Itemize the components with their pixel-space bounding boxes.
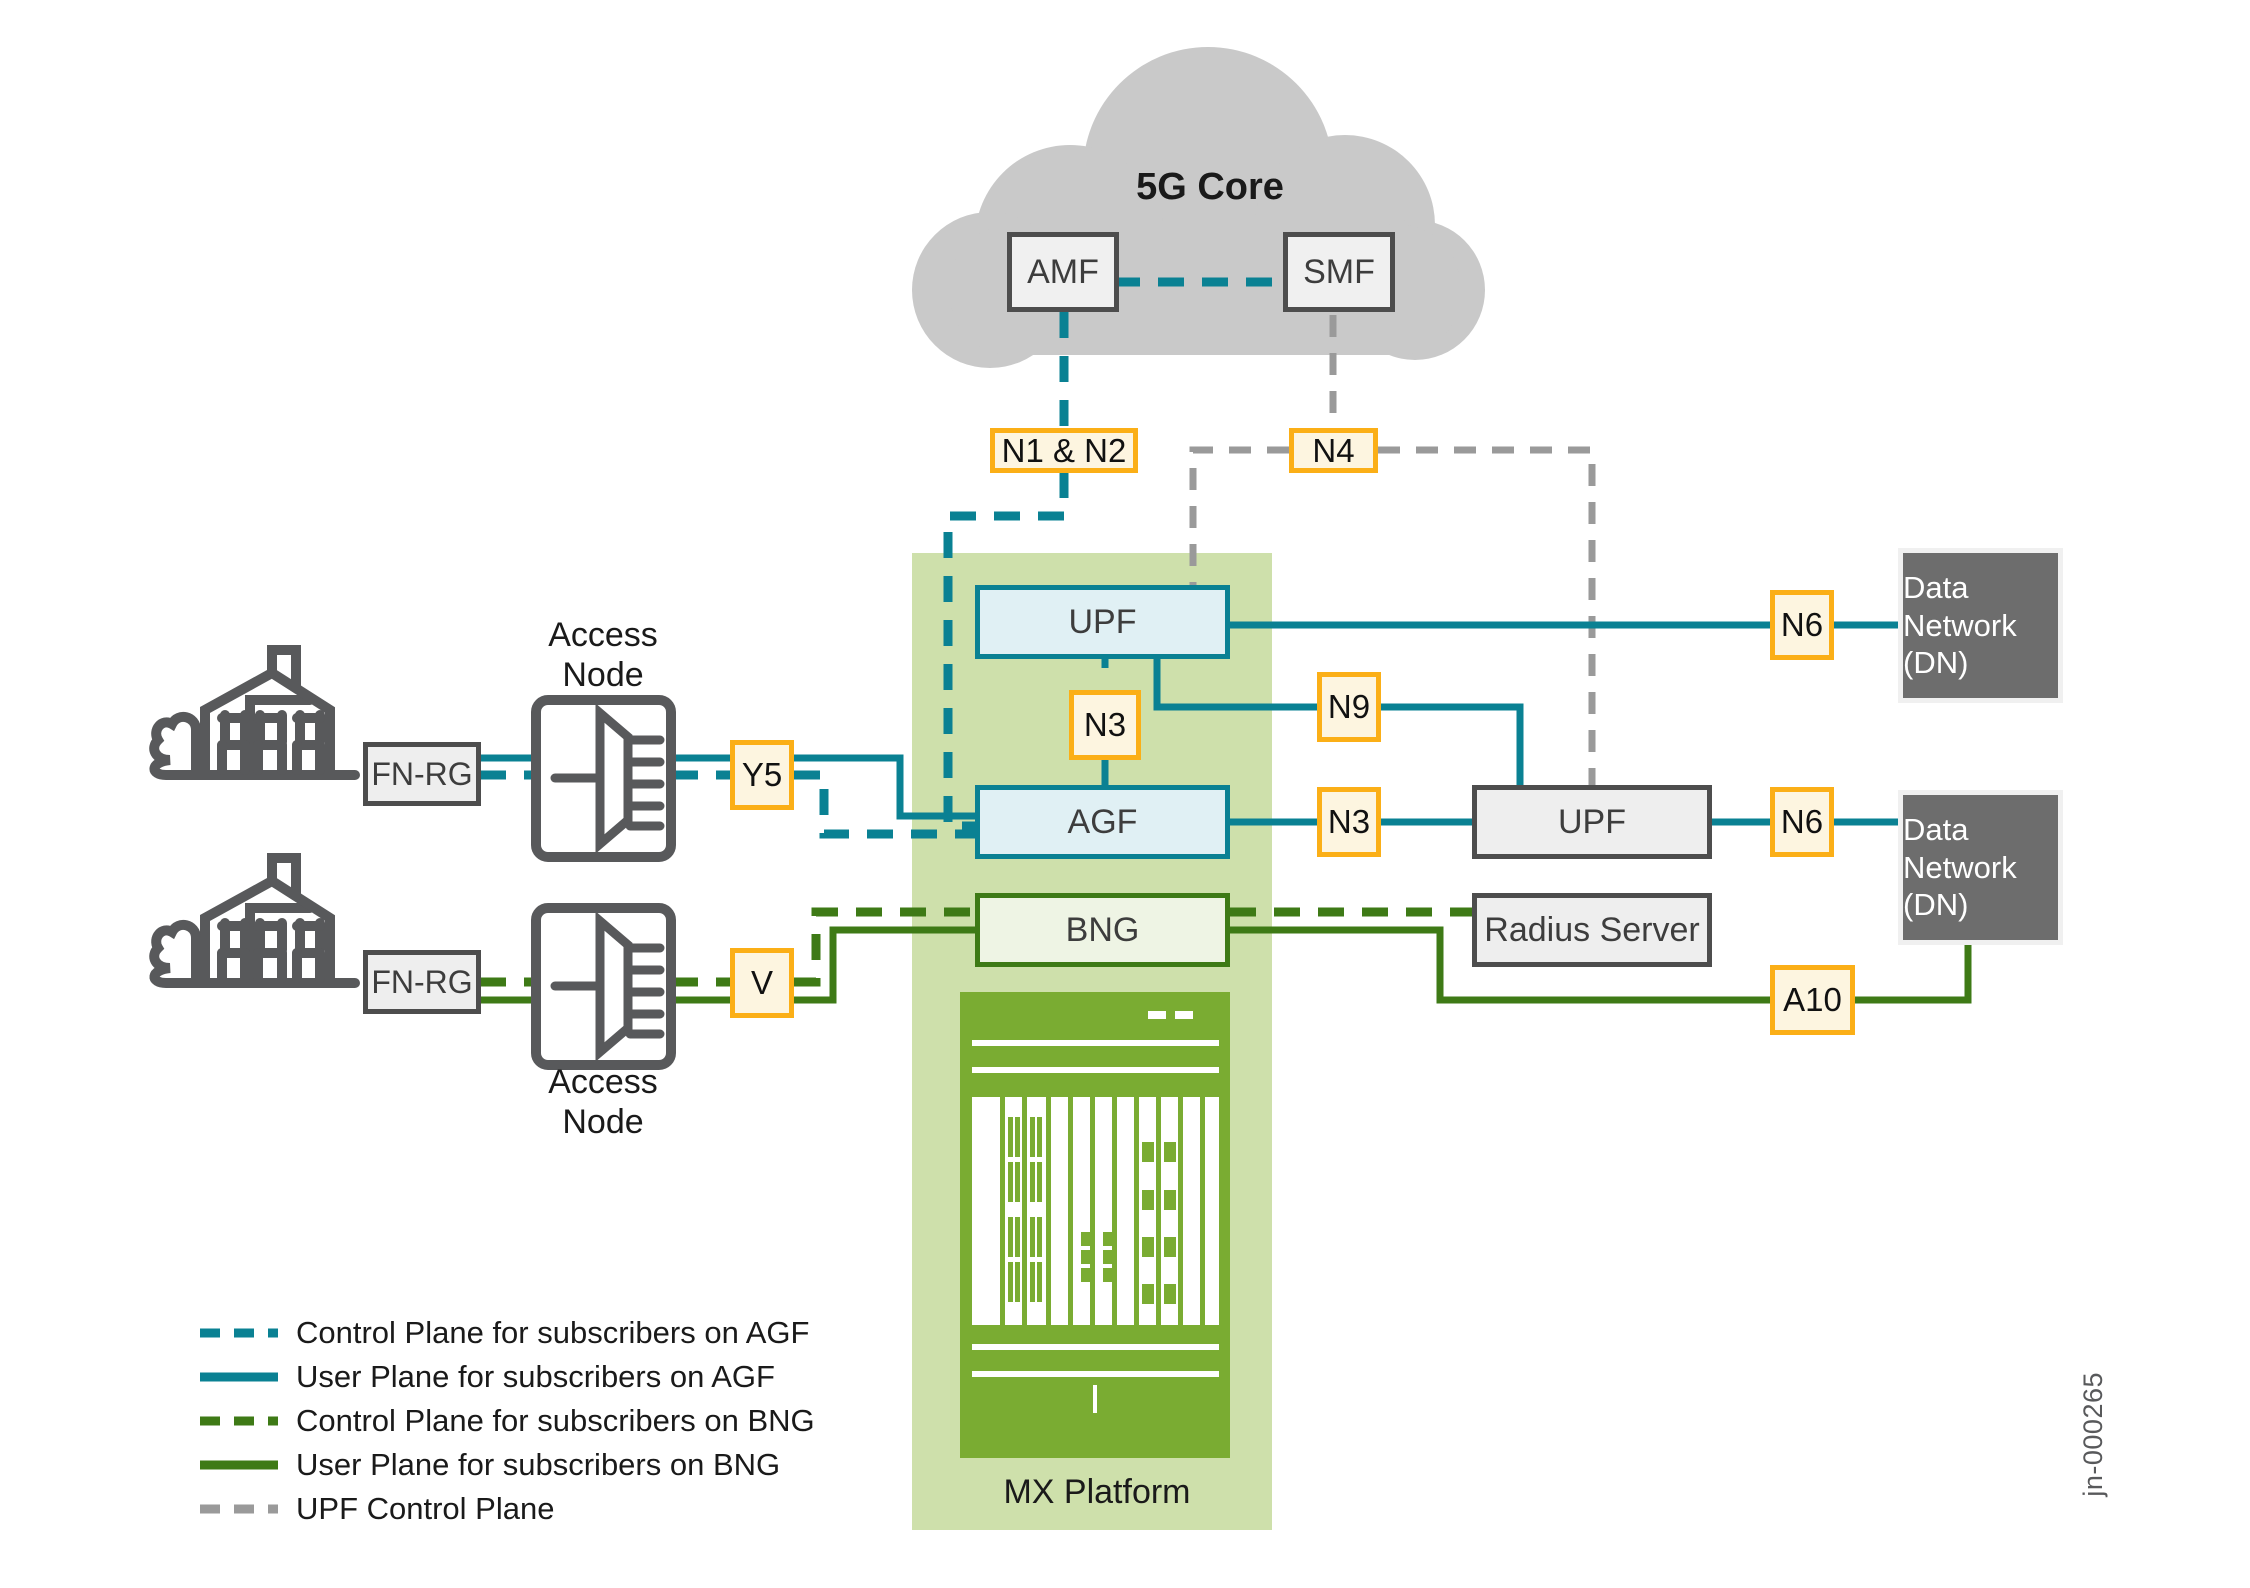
diagram-canvas: 5G Core AMF SMF N1 & N2 N4 N3 N9 N3 N6 N… (0, 0, 2250, 1588)
legend-label-4: UPF Control Plane (296, 1491, 555, 1526)
legend-label-1: User Plane for subscribers on AGF (296, 1359, 775, 1394)
legend-label-3: User Plane for subscribers on BNG (296, 1447, 781, 1482)
watermark: jn-000265 (2078, 1372, 2108, 1497)
legend-label-2: Control Plane for subscribers on BNG (296, 1403, 815, 1438)
legend-label-0: Control Plane for subscribers on AGF (296, 1315, 810, 1350)
